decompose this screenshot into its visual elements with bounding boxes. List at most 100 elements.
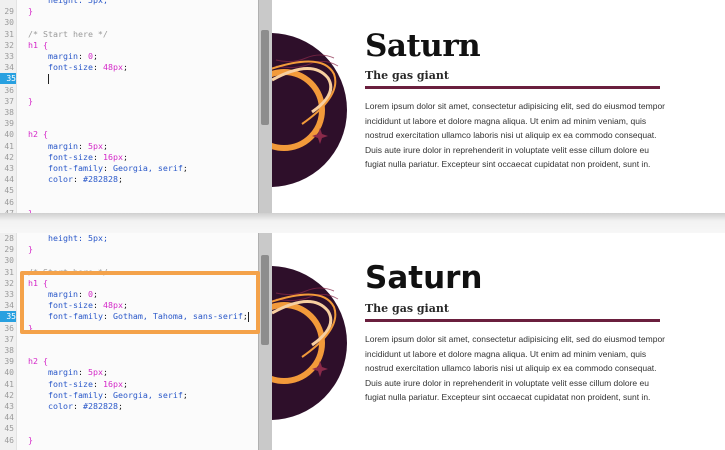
code-text: margin: 0; (48, 51, 98, 61)
code-text: /* Start here */ (28, 28, 108, 39)
code-text: } (28, 434, 33, 445)
code-line[interactable]: 28 height: 5px; (0, 233, 258, 244)
code-text: color: #282828; (48, 401, 123, 411)
code-text: font-family: Georgia, serif; (48, 163, 188, 173)
line-number: 41 (4, 379, 14, 389)
line-number: 45 (4, 424, 14, 434)
body-paragraph: Lorem ipsum dolor sit amet, consectetur … (365, 101, 666, 169)
code-line[interactable]: 31 /* Start here */ (0, 29, 258, 40)
line-number: 42 (4, 152, 14, 162)
line-number: 40 (4, 368, 14, 378)
line-number: 38 (4, 108, 14, 117)
saturn-illustration (272, 33, 347, 187)
line-number: 32 (4, 40, 14, 50)
code-text: h1 { (28, 39, 48, 50)
code-line[interactable]: 42 font-family: Georgia, serif; (0, 390, 258, 401)
code-text: font-size: 16px; (48, 378, 128, 389)
code-text: font-size: 16px; (48, 151, 128, 162)
code-line[interactable]: 45 (0, 423, 258, 434)
line-number: 40 (4, 130, 14, 140)
code-line[interactable]: 35 (0, 73, 258, 85)
code-line[interactable]: 38 (0, 107, 258, 118)
screenshot-before: height: 5px; 29} 30 31/* Start here */32 h1 … (0, 0, 725, 213)
page-title: Saturn (365, 260, 483, 296)
divider-rule (365, 86, 660, 89)
highlight-box (20, 271, 260, 334)
line-number: 44 (4, 413, 14, 423)
code-line[interactable]: 30 (0, 17, 258, 28)
editor-scrollbar[interactable] (258, 233, 273, 450)
scrollbar-thumb[interactable] (261, 255, 269, 345)
code-text (28, 73, 49, 84)
code-line[interactable]: 38 (0, 345, 258, 356)
line-number: 29 (4, 7, 14, 17)
code-line[interactable]: 39 (0, 118, 258, 129)
line-number: 37 (4, 334, 14, 344)
code-line[interactable]: 29} (0, 244, 258, 255)
code-line[interactable]: 40 margin: 5px; (0, 367, 258, 378)
code-text: height: 5px; (48, 0, 108, 5)
code-line[interactable]: 29} (0, 6, 258, 17)
body-paragraph: Lorem ipsum dolor sit amet, consectetur … (365, 334, 666, 402)
line-number: 39 (4, 119, 14, 129)
line-number: 35 (0, 73, 16, 85)
code-line[interactable]: 37} (0, 96, 258, 107)
code-line[interactable]: 41 font-size: 16px; (0, 379, 258, 390)
code-line[interactable]: 39 h2 { (0, 356, 258, 367)
code-text: height: 5px; (48, 233, 108, 243)
code-line[interactable]: 43 font-family: Georgia, serif; (0, 163, 258, 174)
code-text: h2 { (28, 129, 48, 140)
line-number: 30 (4, 256, 14, 266)
code-line[interactable]: 44 color: #282828; (0, 174, 258, 185)
line-number: 33 (4, 290, 14, 299)
page-title: Saturn (365, 28, 481, 64)
line-number: 44 (4, 175, 14, 185)
line-number: 31 (4, 267, 14, 277)
code-line[interactable]: 43 color: #282828; (0, 401, 258, 412)
code-editor[interactable]: 28 height: 5px; 29} 30 31/* Start here */32 h… (0, 233, 258, 450)
code-text: } (28, 95, 33, 106)
line-number: 33 (4, 52, 14, 61)
code-line[interactable]: 45 (0, 185, 258, 196)
code-text: } (28, 244, 33, 255)
code-line[interactable]: 37 (0, 334, 258, 345)
code-editor[interactable]: height: 5px; 29} 30 31/* Start here */32 h1 … (0, 0, 258, 213)
code-text: margin: 5px; (48, 367, 108, 378)
line-number: 29 (4, 245, 14, 255)
code-line[interactable]: 44 (0, 412, 258, 423)
line-number: 31 (4, 29, 14, 39)
code-text: color: #282828; (48, 174, 123, 185)
line-number: 43 (4, 164, 14, 173)
text-caret (48, 73, 49, 84)
line-number: 42 (4, 390, 14, 400)
code-line[interactable]: 32 h1 { (0, 40, 258, 51)
code-text: } (28, 6, 33, 17)
line-number: 46 (4, 435, 14, 445)
code-line[interactable]: 34 font-size: 48px; (0, 62, 258, 73)
scrollbar-thumb[interactable] (261, 30, 269, 125)
code-line[interactable]: 36 (0, 85, 258, 96)
code-line[interactable]: 46} (0, 435, 258, 446)
divider-rule (365, 319, 660, 322)
code-line[interactable]: 41 margin: 5px; (0, 141, 258, 152)
line-number: 35 (0, 311, 16, 323)
code-line[interactable]: 42 font-size: 16px; (0, 152, 258, 163)
code-line[interactable]: 30 (0, 255, 258, 266)
editor-scrollbar[interactable] (258, 0, 273, 213)
code-line[interactable]: 40 h2 { (0, 129, 258, 140)
page-subtitle: The gas giant (365, 302, 449, 315)
code-text: margin: 5px; (48, 140, 108, 151)
line-number: 36 (4, 85, 14, 95)
saturn-illustration (272, 266, 347, 420)
screenshot-after: 28 height: 5px; 29} 30 31/* Start here */32 h… (0, 233, 725, 450)
preview-pane: Saturn The gas giant Lorem ipsum dolor s… (272, 0, 725, 213)
code-text: h2 { (28, 356, 48, 367)
code-line[interactable]: height: 5px; (0, 0, 258, 6)
line-number: 43 (4, 402, 14, 411)
code-line[interactable]: 46 (0, 197, 258, 208)
preview-pane: Saturn The gas giant Lorem ipsum dolor s… (272, 233, 725, 450)
line-number: 46 (4, 197, 14, 207)
panel-separator (0, 213, 725, 233)
code-line[interactable]: 33 margin: 0; (0, 51, 258, 62)
line-number: 38 (4, 346, 14, 355)
